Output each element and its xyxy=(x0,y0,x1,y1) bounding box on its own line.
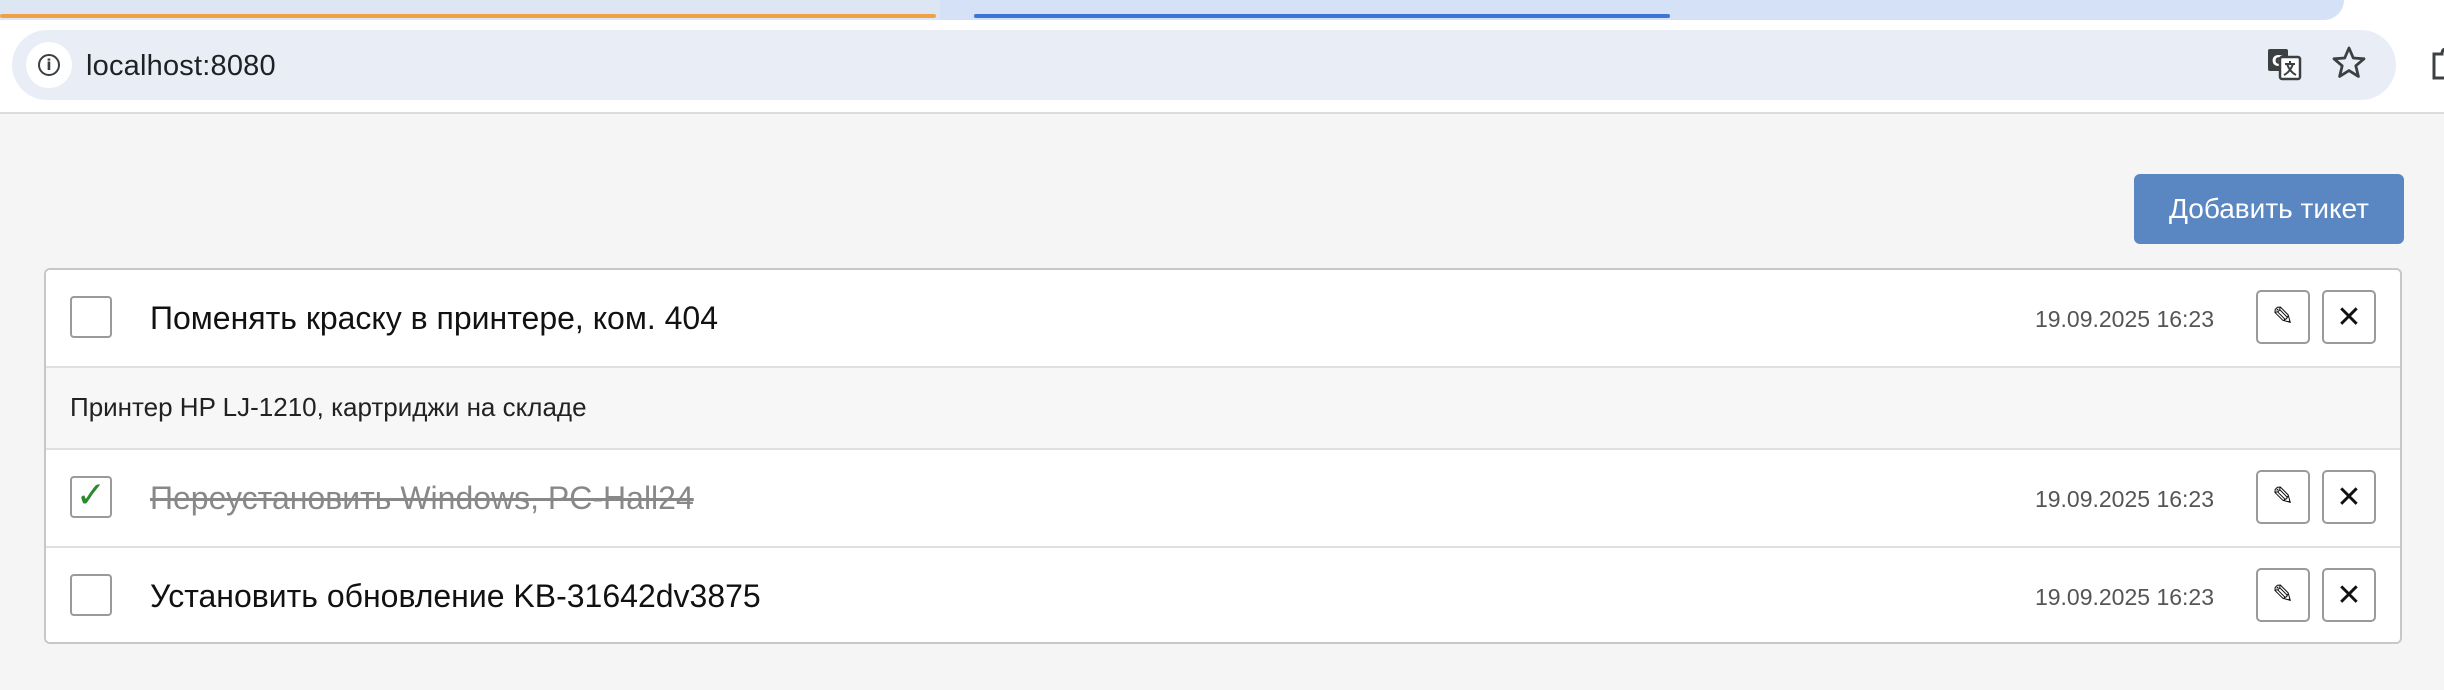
ticket-date: 19.09.2025 16:23 xyxy=(2034,486,2214,512)
add-ticket-button[interactable]: Добавить тикет xyxy=(2134,174,2404,244)
ticket-row[interactable]: Установить обновление KB-31642dv3875 19.… xyxy=(46,548,2400,642)
url-text[interactable]: localhost:8080 xyxy=(86,50,276,83)
delete-button[interactable]: ✕ xyxy=(2322,290,2376,344)
delete-button[interactable]: ✕ xyxy=(2322,568,2376,622)
ticket-list: Поменять краску в принтере, ком. 404 19.… xyxy=(44,268,2402,644)
info-icon: i xyxy=(38,54,60,76)
close-icon: ✕ xyxy=(2336,299,2362,335)
ticket-title[interactable]: Переустановить Windows, PC-Hall24 xyxy=(150,480,694,517)
ticket-checkbox[interactable]: ✓ xyxy=(70,476,112,518)
pencil-icon: ✎ xyxy=(2272,302,2294,332)
tab-loading-bar xyxy=(974,14,1670,18)
browser-chrome: i localhost:8080 G xyxy=(0,0,2444,114)
ticket-checkbox[interactable] xyxy=(70,574,112,616)
tab-loading-bar xyxy=(0,14,936,18)
edit-button[interactable]: ✎ xyxy=(2256,290,2310,344)
address-bar[interactable]: i localhost:8080 G xyxy=(12,30,2396,100)
pencil-icon: ✎ xyxy=(2272,580,2294,610)
ticket-checkbox[interactable] xyxy=(70,296,112,338)
tab-active[interactable] xyxy=(940,0,2344,20)
ticket-title[interactable]: Поменять краску в принтере, ком. 404 xyxy=(150,300,718,337)
ticket-title[interactable]: Установить обновление KB-31642dv3875 xyxy=(150,578,761,615)
ticket-row[interactable]: Поменять краску в принтере, ком. 404 19.… xyxy=(46,270,2400,368)
tab-strip xyxy=(0,0,2444,20)
close-icon: ✕ xyxy=(2336,479,2362,515)
edit-button[interactable]: ✎ xyxy=(2256,470,2310,524)
ticket-row[interactable]: ✓ Переустановить Windows, PC-Hall24 19.0… xyxy=(46,450,2400,548)
pencil-icon: ✎ xyxy=(2272,482,2294,512)
checkmark-icon: ✓ xyxy=(75,475,107,516)
ticket-description: Принтер HP LJ-1210, картриджи на складе xyxy=(46,368,2400,450)
site-info-button[interactable]: i xyxy=(26,42,72,88)
delete-button[interactable]: ✕ xyxy=(2322,470,2376,524)
edit-button[interactable]: ✎ xyxy=(2256,568,2310,622)
ticket-description-text: Принтер HP LJ-1210, картриджи на складе xyxy=(70,392,587,422)
ticket-date: 19.09.2025 16:23 xyxy=(2034,584,2214,610)
extensions-icon[interactable] xyxy=(2430,48,2444,80)
close-icon: ✕ xyxy=(2336,577,2362,613)
translate-icon[interactable]: G xyxy=(2266,46,2302,82)
ticket-date: 19.09.2025 16:23 xyxy=(2034,306,2214,332)
tab-inactive[interactable] xyxy=(0,0,940,20)
bookmark-star-icon[interactable] xyxy=(2330,44,2368,82)
